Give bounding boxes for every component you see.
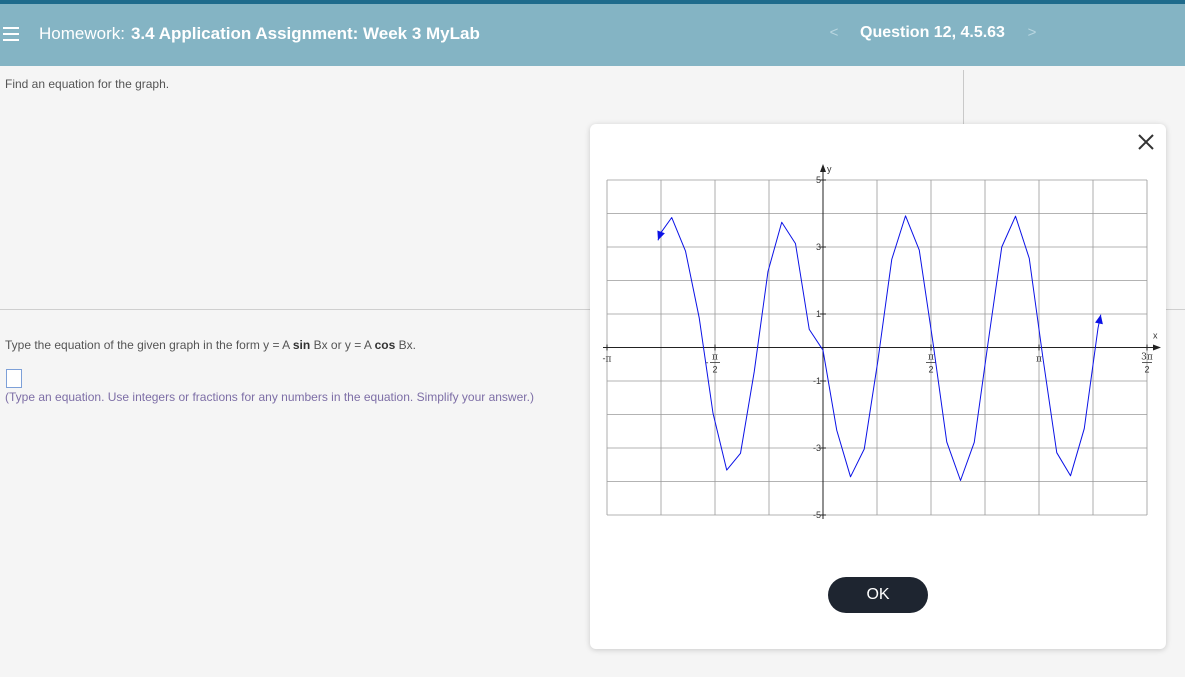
- x-axis-arrow-icon: [1153, 344, 1161, 351]
- x-tick-denominator: 2: [1144, 365, 1149, 375]
- prompt-cos: cos: [374, 338, 396, 352]
- y-tick-label: -1: [813, 376, 821, 386]
- x-axis-label: x: [1153, 331, 1158, 341]
- x-tick-numerator: π: [928, 353, 934, 363]
- y-axis-label: y: [827, 164, 832, 174]
- panel-divider-vertical: [963, 70, 964, 126]
- ok-button[interactable]: OK: [828, 577, 928, 613]
- graph-plot: xy531-1-3-5-π π2- π2π 3π2: [603, 164, 1161, 520]
- homework-title: Homework: 3.4 Application Assignment: Wee…: [39, 24, 480, 44]
- chevron-left-icon[interactable]: <: [826, 24, 842, 41]
- y-tick-label: -3: [813, 443, 821, 453]
- prompt-part-1: Type the equation of the given graph in …: [5, 338, 290, 352]
- hamburger-menu-icon[interactable]: [3, 27, 19, 43]
- x-tick-label: -π: [603, 355, 612, 365]
- prompt-part-2: Bx or y = A: [313, 338, 372, 352]
- x-tick-numerator: 3π: [1141, 353, 1153, 363]
- chevron-right-icon[interactable]: >: [1024, 24, 1040, 41]
- prompt-sin: sin: [292, 338, 311, 352]
- y-tick-label: 1: [816, 309, 821, 319]
- answer-input[interactable]: [6, 369, 22, 388]
- y-axis-arrow-icon: [820, 164, 826, 172]
- x-tick-numerator: π: [712, 353, 718, 363]
- answer-prompt: Type the equation of the given graph in …: [5, 338, 416, 352]
- y-tick-label: 3: [816, 242, 821, 252]
- x-tick-label: π: [1036, 355, 1042, 365]
- prompt-part-3: Bx.: [398, 338, 416, 352]
- question-indicator[interactable]: Question 12, 4.5.63: [860, 24, 1005, 42]
- x-tick-denominator: 2: [712, 365, 717, 375]
- assignment-name: 3.4 Application Assignment: Week 3 MyLab: [130, 24, 480, 43]
- curve-end-arrow-icon: [1095, 314, 1103, 325]
- y-tick-label: -5: [813, 510, 821, 520]
- curve-line: [657, 215, 1102, 481]
- homework-prefix: Homework:: [39, 24, 125, 43]
- answer-hint: (Type an equation. Use integers or fract…: [5, 390, 534, 404]
- question-instruction: Find an equation for the graph.: [5, 77, 170, 91]
- y-tick-label: 5: [816, 175, 821, 185]
- x-tick-denominator: 2: [928, 365, 933, 375]
- graph-modal: x y 5 3 1 -1 -3 -5 -π π 2- π 2 π 3π 2 OK: [590, 124, 1166, 649]
- assignment-header: Homework: 3.4 Application Assignment: Wee…: [0, 4, 1185, 66]
